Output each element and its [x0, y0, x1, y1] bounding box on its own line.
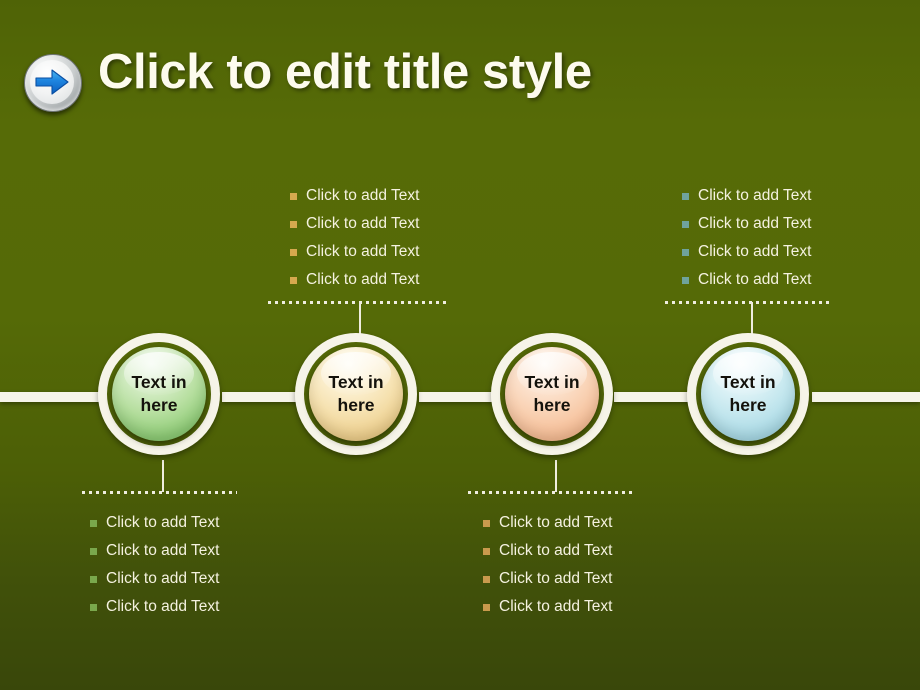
bullet-text[interactable]: Click to add Text [499, 569, 612, 589]
bullet-square-icon [682, 277, 689, 284]
connector-stem-top-center [359, 302, 361, 335]
timeline-node-2[interactable]: Text in here [295, 333, 425, 463]
list-item[interactable]: Click to add Text [682, 242, 811, 270]
list-item[interactable]: Click to add Text [290, 186, 419, 214]
list-item[interactable]: Click to add Text [483, 541, 612, 569]
bullet-square-icon [90, 576, 97, 583]
bullet-text[interactable]: Click to add Text [106, 597, 219, 617]
bullet-text[interactable]: Click to add Text [698, 186, 811, 206]
node-label-2-line2: here [337, 395, 375, 415]
bullet-square-icon [483, 576, 490, 583]
bullet-group-top-right: Click to add Text Click to add Text Clic… [682, 186, 811, 298]
bullet-text[interactable]: Click to add Text [698, 242, 811, 262]
bullet-text[interactable]: Click to add Text [106, 569, 219, 589]
title-bar: Click to edit title style [0, 22, 920, 112]
timeline-rail-segment-5 [812, 392, 920, 402]
list-item[interactable]: Click to add Text [290, 214, 419, 242]
bullet-text[interactable]: Click to add Text [499, 541, 612, 561]
list-item[interactable]: Click to add Text [682, 186, 811, 214]
list-item[interactable]: Click to add Text [290, 270, 419, 298]
list-item[interactable]: Click to add Text [90, 597, 219, 625]
arrow-right-circle-icon [24, 54, 82, 112]
bullet-text[interactable]: Click to add Text [106, 513, 219, 533]
timeline-rail-segment-4 [614, 392, 690, 402]
bullet-square-icon [290, 221, 297, 228]
bullet-square-icon [290, 277, 297, 284]
node-circle-1[interactable]: Text in here [112, 347, 206, 441]
bullet-square-icon [682, 193, 689, 200]
connector-dotline-top-right [665, 301, 833, 304]
bullet-square-icon [682, 221, 689, 228]
list-item[interactable]: Click to add Text [290, 242, 419, 270]
bullet-text[interactable]: Click to add Text [698, 270, 811, 290]
list-item[interactable]: Click to add Text [483, 569, 612, 597]
bullet-text[interactable]: Click to add Text [499, 597, 612, 617]
connector-stem-bottom-right [555, 460, 557, 492]
list-item[interactable]: Click to add Text [90, 513, 219, 541]
node-label-4: Text in here [710, 371, 786, 417]
node-label-1-line1: Text in [131, 372, 187, 392]
timeline-rail-segment-1 [0, 392, 104, 402]
bullet-text[interactable]: Click to add Text [306, 242, 419, 262]
node-label-1-line2: here [140, 395, 178, 415]
timeline-node-4[interactable]: Text in here [687, 333, 817, 463]
list-item[interactable]: Click to add Text [90, 569, 219, 597]
list-item[interactable]: Click to add Text [90, 541, 219, 569]
node-circle-2[interactable]: Text in here [309, 347, 403, 441]
list-item[interactable]: Click to add Text [682, 270, 811, 298]
node-label-4-line1: Text in [720, 372, 776, 392]
bullet-group-bottom-left: Click to add Text Click to add Text Clic… [90, 513, 219, 625]
bullet-square-icon [483, 548, 490, 555]
timeline-rail-segment-3 [419, 392, 493, 402]
bullet-square-icon [483, 604, 490, 611]
bullet-square-icon [90, 604, 97, 611]
list-item[interactable]: Click to add Text [682, 214, 811, 242]
bullet-text[interactable]: Click to add Text [106, 541, 219, 561]
node-label-4-line2: here [729, 395, 767, 415]
list-item[interactable]: Click to add Text [483, 597, 612, 625]
node-label-3-line1: Text in [524, 372, 580, 392]
page-title[interactable]: Click to edit title style [98, 44, 592, 100]
node-label-3: Text in here [514, 371, 590, 417]
connector-dotline-bottom-left [82, 491, 237, 494]
node-circle-3[interactable]: Text in here [505, 347, 599, 441]
connector-dotline-bottom-right [468, 491, 633, 494]
timeline-node-3[interactable]: Text in here [491, 333, 621, 463]
connector-stem-top-right [751, 302, 753, 335]
connector-dotline-top-center [268, 301, 446, 304]
timeline-rail-segment-2 [222, 392, 298, 402]
node-circle-4[interactable]: Text in here [701, 347, 795, 441]
bullet-text[interactable]: Click to add Text [306, 186, 419, 206]
node-label-3-line2: here [533, 395, 571, 415]
node-label-2: Text in here [318, 371, 394, 417]
slide-canvas: Click to edit title style Text in here T… [0, 0, 920, 690]
bullet-square-icon [90, 520, 97, 527]
bullet-text[interactable]: Click to add Text [306, 214, 419, 234]
bullet-group-bottom-right: Click to add Text Click to add Text Clic… [483, 513, 612, 625]
bullet-group-top-center: Click to add Text Click to add Text Clic… [290, 186, 419, 298]
bullet-square-icon [290, 249, 297, 256]
bullet-square-icon [290, 193, 297, 200]
timeline-node-1[interactable]: Text in here [98, 333, 228, 463]
bullet-text[interactable]: Click to add Text [698, 214, 811, 234]
node-label-2-line1: Text in [328, 372, 384, 392]
bullet-square-icon [483, 520, 490, 527]
connector-stem-bottom-left [162, 460, 164, 492]
bullet-text[interactable]: Click to add Text [306, 270, 419, 290]
bullet-square-icon [90, 548, 97, 555]
bullet-text[interactable]: Click to add Text [499, 513, 612, 533]
arrow-right-glyph [35, 69, 69, 95]
list-item[interactable]: Click to add Text [483, 513, 612, 541]
bullet-square-icon [682, 249, 689, 256]
node-label-1: Text in here [121, 371, 197, 417]
